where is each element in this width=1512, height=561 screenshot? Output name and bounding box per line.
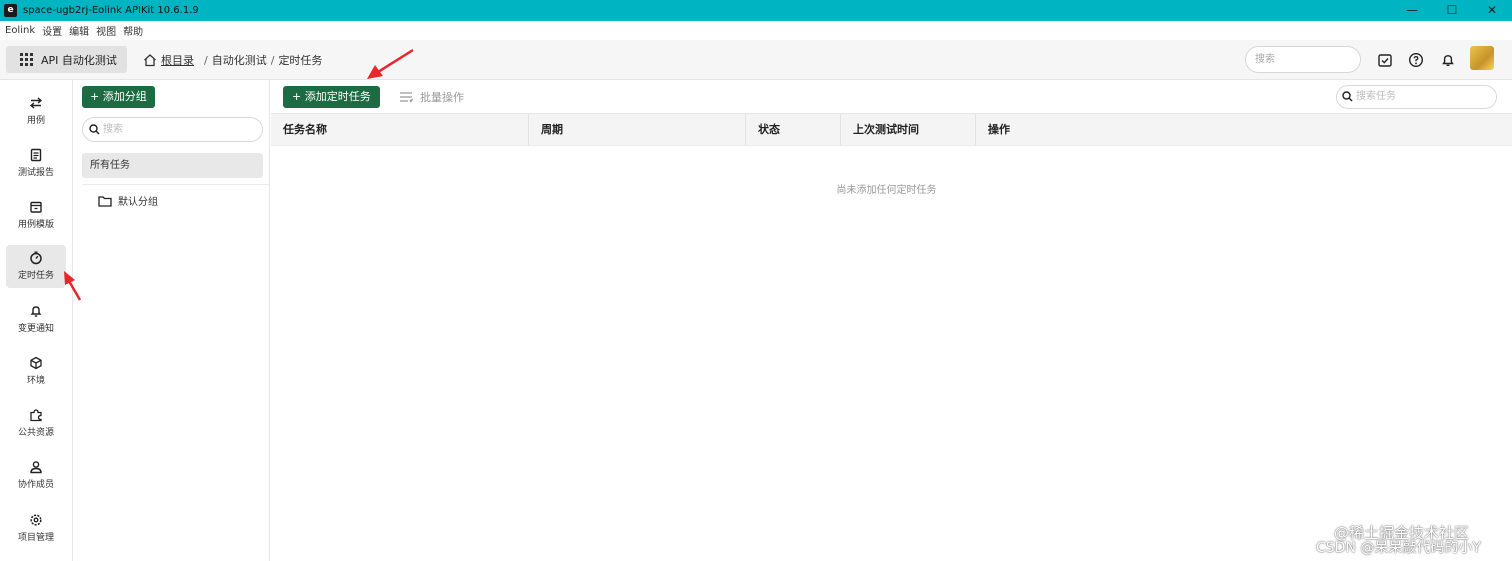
list-icon bbox=[400, 92, 413, 103]
menu-help[interactable]: 帮助 bbox=[123, 23, 143, 38]
notification-bell-icon[interactable] bbox=[1440, 52, 1456, 68]
breadcrumb-separator: / bbox=[204, 53, 208, 67]
home-icon bbox=[144, 54, 156, 67]
task-search-placeholder: 搜索任务 bbox=[1356, 91, 1396, 102]
nav-label: 环境 bbox=[26, 376, 45, 386]
nav-item-test-report[interactable]: 测试报告 bbox=[6, 142, 66, 185]
breadcrumb: 根目录 / 自动化测试 / 定时任务 bbox=[143, 52, 322, 68]
nav-label: 协作成员 bbox=[17, 480, 54, 490]
column-header-last-test-time: 上次测试时间 bbox=[841, 114, 976, 145]
menu-edit[interactable]: 编辑 bbox=[69, 23, 89, 38]
nav-label: 项目管理 bbox=[17, 533, 54, 543]
nav-label: 变更通知 bbox=[17, 324, 54, 334]
column-header-task-name: 任务名称 bbox=[271, 114, 529, 145]
puzzle-icon bbox=[30, 409, 42, 422]
add-scheduled-task-button[interactable]: + 添加定时任务 bbox=[283, 86, 380, 108]
module-switcher-button[interactable]: API 自动化测试 bbox=[6, 46, 127, 73]
user-icon bbox=[30, 461, 42, 474]
breadcrumb-root-link[interactable]: 根目录 bbox=[161, 52, 194, 68]
annotation-arrow-icon bbox=[367, 48, 414, 79]
nav-item-cases[interactable]: 用例 bbox=[6, 90, 66, 133]
global-search-input[interactable]: 搜索 bbox=[1245, 46, 1361, 73]
group-search-input[interactable]: 搜索 bbox=[82, 117, 263, 142]
nav-item-project-management[interactable]: 项目管理 bbox=[6, 507, 66, 550]
folder-icon bbox=[98, 195, 112, 207]
module-label: API 自动化测试 bbox=[41, 53, 117, 67]
help-icon[interactable] bbox=[1408, 52, 1424, 68]
report-icon bbox=[30, 148, 42, 162]
nav-item-public-resources[interactable]: 公共资源 bbox=[6, 402, 66, 445]
default-group-item[interactable]: 默认分组 bbox=[98, 193, 158, 208]
clock-icon bbox=[30, 251, 42, 265]
user-avatar[interactable] bbox=[1470, 46, 1494, 70]
menu-eolink[interactable]: Eolink bbox=[5, 25, 35, 36]
nav-item-environment[interactable]: 环境 bbox=[6, 350, 66, 393]
column-header-cycle: 周期 bbox=[529, 114, 746, 145]
breadcrumb-level1[interactable]: 自动化测试 bbox=[212, 52, 267, 68]
breadcrumb-separator: / bbox=[270, 53, 275, 67]
nav-label: 公共资源 bbox=[17, 428, 54, 438]
bell-icon bbox=[30, 306, 42, 317]
search-icon bbox=[1342, 91, 1353, 102]
gear-icon bbox=[30, 514, 42, 526]
batch-operation-button[interactable]: 批量操作 bbox=[399, 89, 464, 105]
window-controls: — ☐ ✕ bbox=[1392, 0, 1512, 21]
apps-grid-icon bbox=[20, 53, 33, 66]
breadcrumb-current: 定时任务 bbox=[278, 54, 323, 67]
default-group-label: 默认分组 bbox=[118, 197, 158, 208]
menu-settings[interactable]: 设置 bbox=[42, 23, 62, 38]
main-content: + 添加定时任务 批量操作 搜索任务 任务名称 周期 状态 上次测试时间 操作 … bbox=[271, 80, 1512, 561]
swap-icon bbox=[29, 97, 43, 109]
watermark-line2: CSDN @呆呆敲代码的小Y bbox=[1316, 540, 1481, 556]
title-bar: e space-ugb2rj-Eolink APIKit 10.6.1.9 — … bbox=[0, 0, 1512, 21]
table-header: 任务名称 周期 状态 上次测试时间 操作 bbox=[271, 114, 1512, 146]
menu-bar: Eolink 设置 编辑 视图 帮助 bbox=[0, 21, 1512, 40]
column-header-actions: 操作 bbox=[988, 123, 1010, 136]
nav-item-change-notice[interactable]: 变更通知 bbox=[6, 298, 66, 341]
nav-label: 用例模版 bbox=[17, 220, 54, 230]
all-tasks-item[interactable]: 所有任务 bbox=[82, 153, 263, 178]
app-logo-icon: e bbox=[4, 4, 17, 17]
minimize-button[interactable]: — bbox=[1392, 0, 1432, 21]
nav-item-scheduled-tasks[interactable]: 定时任务 bbox=[6, 245, 66, 288]
menu-view[interactable]: 视图 bbox=[96, 23, 116, 38]
search-icon bbox=[89, 124, 100, 135]
nav-label: 定时任务 bbox=[17, 271, 54, 281]
group-panel: + 添加分组 搜索 所有任务 默认分组 bbox=[74, 80, 270, 561]
nav-item-case-template[interactable]: 用例模版 bbox=[6, 194, 66, 237]
window-title: space-ugb2rj-Eolink APIKit 10.6.1.9 bbox=[23, 5, 199, 16]
nav-item-members[interactable]: 协作成员 bbox=[6, 454, 66, 497]
nav-label: 测试报告 bbox=[17, 168, 54, 178]
group-search-placeholder: 搜索 bbox=[103, 124, 123, 135]
task-check-icon[interactable] bbox=[1377, 52, 1393, 68]
close-button[interactable]: ✕ bbox=[1472, 0, 1512, 21]
annotation-arrow-icon bbox=[64, 271, 82, 301]
nav-label: 用例 bbox=[26, 116, 45, 126]
left-nav: 用例 测试报告 用例模版 定时任务 变更通知 环境 公共资源 协作成员 项目管理 bbox=[0, 80, 73, 561]
empty-state-text: 尚未添加任何定时任务 bbox=[836, 185, 937, 196]
cube-icon bbox=[30, 356, 42, 370]
column-header-status: 状态 bbox=[746, 114, 841, 145]
batch-label: 批量操作 bbox=[420, 91, 464, 104]
add-group-button[interactable]: + 添加分组 bbox=[82, 86, 155, 108]
maximize-button[interactable]: ☐ bbox=[1432, 0, 1472, 21]
template-icon bbox=[30, 201, 42, 213]
top-bar: API 自动化测试 根目录 / 自动化测试 / 定时任务 搜索 bbox=[0, 40, 1512, 80]
task-toolbar: + 添加定时任务 批量操作 搜索任务 bbox=[271, 80, 1512, 114]
task-search-input[interactable]: 搜索任务 bbox=[1336, 85, 1497, 109]
divider bbox=[82, 184, 270, 185]
